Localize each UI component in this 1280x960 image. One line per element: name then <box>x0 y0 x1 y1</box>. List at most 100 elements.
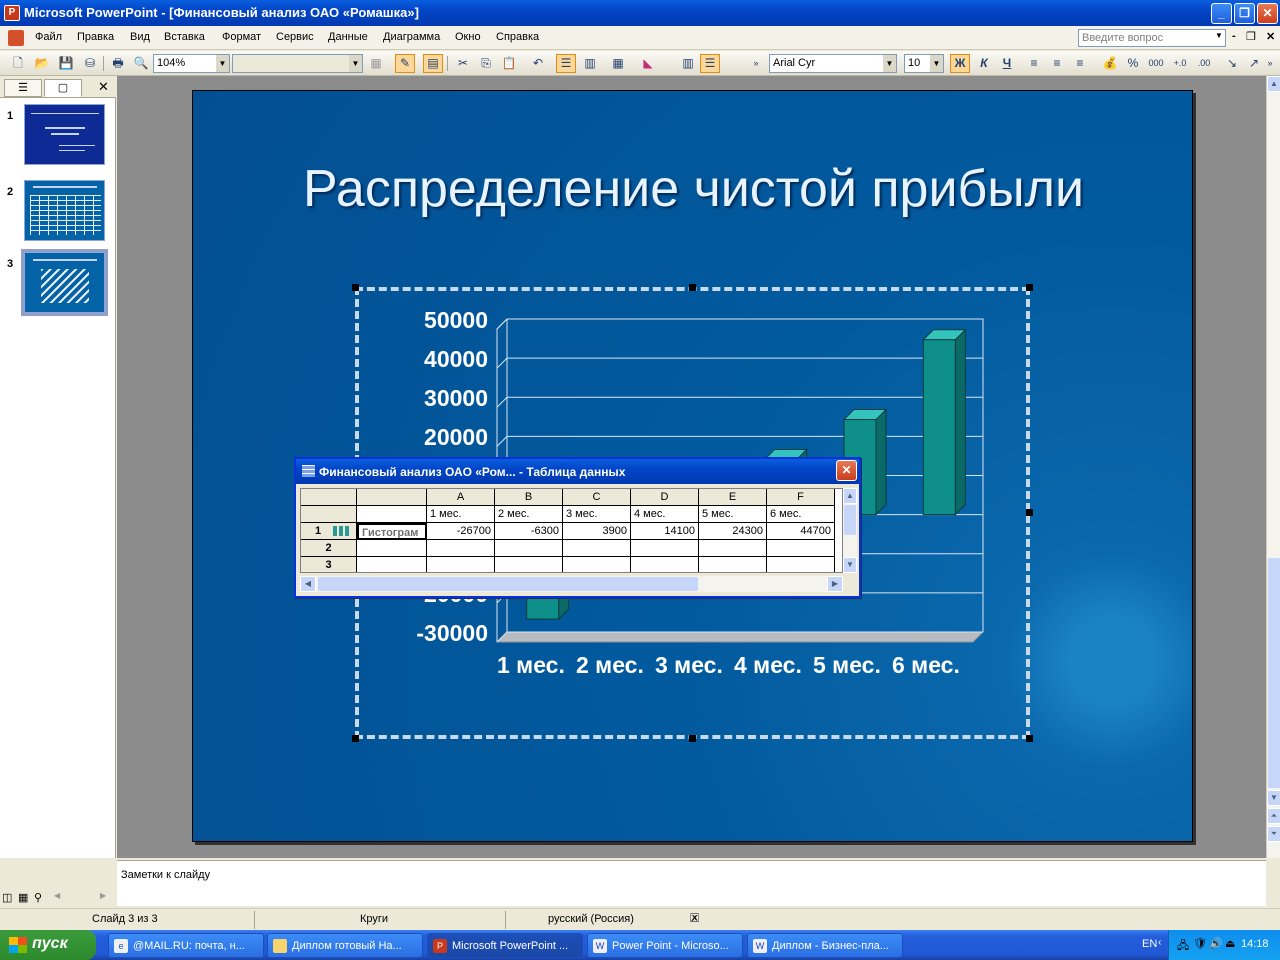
datasheet-grid[interactable]: ABCDEF 1 мес. 2 мес. 3 мес. 4 мес. 5 мес. 6 м… <box>300 488 843 573</box>
tab-slides[interactable]: ▢ <box>44 79 82 97</box>
empty-cell[interactable] <box>427 540 495 557</box>
empty-cell[interactable] <box>495 540 563 557</box>
scroll-left-icon[interactable]: ◀ <box>300 576 316 592</box>
start-button[interactable]: пуск <box>0 930 96 960</box>
value-cell[interactable]: -26700 <box>427 523 495 540</box>
restore-button[interactable]: ❐ <box>1234 3 1255 24</box>
task-powerpoint[interactable]: P Microsoft PowerPoint ... <box>427 933 583 958</box>
datasheet-vscroll[interactable]: ▲ ▼ <box>843 488 857 573</box>
close-window-button[interactable]: ✕ <box>1257 3 1278 24</box>
scroll-down-icon[interactable]: ▼ <box>843 557 857 573</box>
column-header[interactable]: E <box>699 489 767 506</box>
task-word-1[interactable]: W Power Point - Microso... <box>587 933 743 958</box>
column-header[interactable]: F <box>767 489 835 506</box>
menu-view[interactable]: Вид <box>130 31 150 43</box>
import-file-icon[interactable]: ✎ <box>395 54 415 73</box>
corner-cell[interactable] <box>301 489 357 506</box>
scroll-left-icon[interactable]: ◀ <box>54 891 60 900</box>
spelling-icon[interactable]: 🗷 <box>690 911 699 926</box>
menu-window[interactable]: Окно <box>455 31 481 43</box>
doc-minimize-button[interactable]: - <box>1232 30 1236 42</box>
category-cell[interactable]: 1 мес. <box>427 506 495 523</box>
menu-edit[interactable]: Правка <box>77 31 114 43</box>
percent-icon[interactable]: % <box>1123 54 1143 73</box>
ask-question-input[interactable]: Введите вопрос <box>1078 29 1226 47</box>
datasheet-hscroll[interactable]: ◀ ▶ <box>300 576 843 592</box>
scroll-up-icon[interactable]: ▲ <box>843 488 857 504</box>
menu-file[interactable]: Файл <box>35 31 62 43</box>
bold-button[interactable]: Ж <box>950 54 970 73</box>
paste-icon[interactable]: 📋 <box>499 54 519 73</box>
volume-icon[interactable]: 🔊 <box>1209 937 1223 950</box>
data-table-icon[interactable]: ▦ <box>608 54 628 73</box>
column-header[interactable]: A <box>427 489 495 506</box>
scroll-right-icon[interactable]: ▶ <box>827 576 843 592</box>
scroll-thumb[interactable] <box>844 505 856 535</box>
empty-cell[interactable] <box>699 540 767 557</box>
empty-cell[interactable] <box>767 540 835 557</box>
column-header[interactable]: B <box>495 489 563 506</box>
align-center-icon[interactable]: ≡ <box>1047 54 1067 73</box>
datasheet-titlebar[interactable]: Финансовый анализ ОАО «Ром... - Таблица … <box>296 459 859 484</box>
language-indicator[interactable]: EN <box>1142 938 1157 950</box>
print-icon[interactable]: 🖶 <box>108 54 128 73</box>
undo-icon[interactable]: ↶ <box>528 54 548 73</box>
scroll-thumb[interactable] <box>318 577 698 591</box>
zoom-select[interactable]: 104% ▼ <box>153 54 230 73</box>
ask-dropdown-icon[interactable]: ▼ <box>1215 31 1223 40</box>
chart-type-icon[interactable]: ◣ <box>638 54 658 73</box>
by-column-icon[interactable]: ▥ <box>580 54 600 73</box>
scroll-down-icon[interactable]: ▼ <box>1267 790 1280 806</box>
previous-slide-icon[interactable]: ⏶ <box>1267 808 1280 824</box>
empty-cell[interactable] <box>427 557 495 572</box>
series-name-cell[interactable]: Гистограм <box>357 523 427 540</box>
font-select[interactable]: Arial Cyr ▼ <box>769 54 897 73</box>
chart-objects-select[interactable]: ▼ <box>232 54 363 73</box>
next-slide-icon[interactable]: ⏷ <box>1267 826 1280 842</box>
angle-down-icon[interactable]: ↘ <box>1222 54 1242 73</box>
empty-cell[interactable] <box>357 540 427 557</box>
cut-icon[interactable]: ✂ <box>453 54 473 73</box>
network-icon[interactable]: 🖧 <box>1177 937 1189 956</box>
task-folder[interactable]: Диплом готовый На... <box>267 933 423 958</box>
save-icon[interactable]: 💾 <box>56 54 76 73</box>
open-icon[interactable]: 📂 <box>32 54 52 73</box>
column-header[interactable]: D <box>631 489 699 506</box>
menu-insert[interactable]: Вставка <box>164 31 205 43</box>
datasheet-close-button[interactable]: ✕ <box>836 460 857 481</box>
close-pane-icon[interactable]: ✕ <box>98 79 109 95</box>
align-left-icon[interactable]: ≡ <box>1024 54 1044 73</box>
category-cell[interactable]: 5 мес. <box>699 506 767 523</box>
empty-cell[interactable] <box>563 540 631 557</box>
shield-icon[interactable]: 🛡 <box>1193 937 1207 950</box>
tray-expand-icon[interactable]: ‹ <box>1158 937 1161 948</box>
angle-up-icon[interactable]: ↗ <box>1244 54 1264 73</box>
value-cell[interactable]: 14100 <box>631 523 699 540</box>
menu-help[interactable]: Справка <box>496 31 539 43</box>
scroll-up-icon[interactable]: ▲ <box>1267 76 1280 92</box>
empty-cell[interactable] <box>563 557 631 572</box>
category-cell[interactable]: 4 мес. <box>631 506 699 523</box>
decrease-decimal-icon[interactable]: .00 <box>1194 54 1214 73</box>
menu-format[interactable]: Формат <box>222 31 261 43</box>
empty-cell[interactable] <box>495 557 563 572</box>
currency-icon[interactable]: 💰 <box>1100 54 1120 73</box>
category-cell[interactable]: 6 мес. <box>767 506 835 523</box>
toolbar-options-icon[interactable]: » <box>746 54 766 73</box>
document-icon[interactable] <box>8 30 24 46</box>
cell-blank[interactable] <box>357 506 427 523</box>
value-cell[interactable]: 3900 <box>563 523 631 540</box>
safely-remove-icon[interactable]: ⏏ <box>1225 937 1235 950</box>
value-cell[interactable]: 44700 <box>767 523 835 540</box>
editor-vscroll[interactable]: ▲ ▼ ⏶ ⏷ <box>1266 76 1280 858</box>
column-header[interactable]: C <box>563 489 631 506</box>
normal-view-icon[interactable]: ◫ <box>2 891 12 904</box>
slide-thumbnail-1[interactable] <box>24 104 105 165</box>
slide-thumbnail-2[interactable] <box>24 180 105 241</box>
empty-cell[interactable] <box>767 557 835 572</box>
empty-cell[interactable] <box>699 557 767 572</box>
row-header-blank[interactable] <box>301 506 357 523</box>
powerpoint-app-icon[interactable]: P <box>4 5 20 21</box>
sorter-view-icon[interactable]: ▦ <box>18 891 28 904</box>
font-size-select[interactable]: 10 ▼ <box>904 54 944 73</box>
